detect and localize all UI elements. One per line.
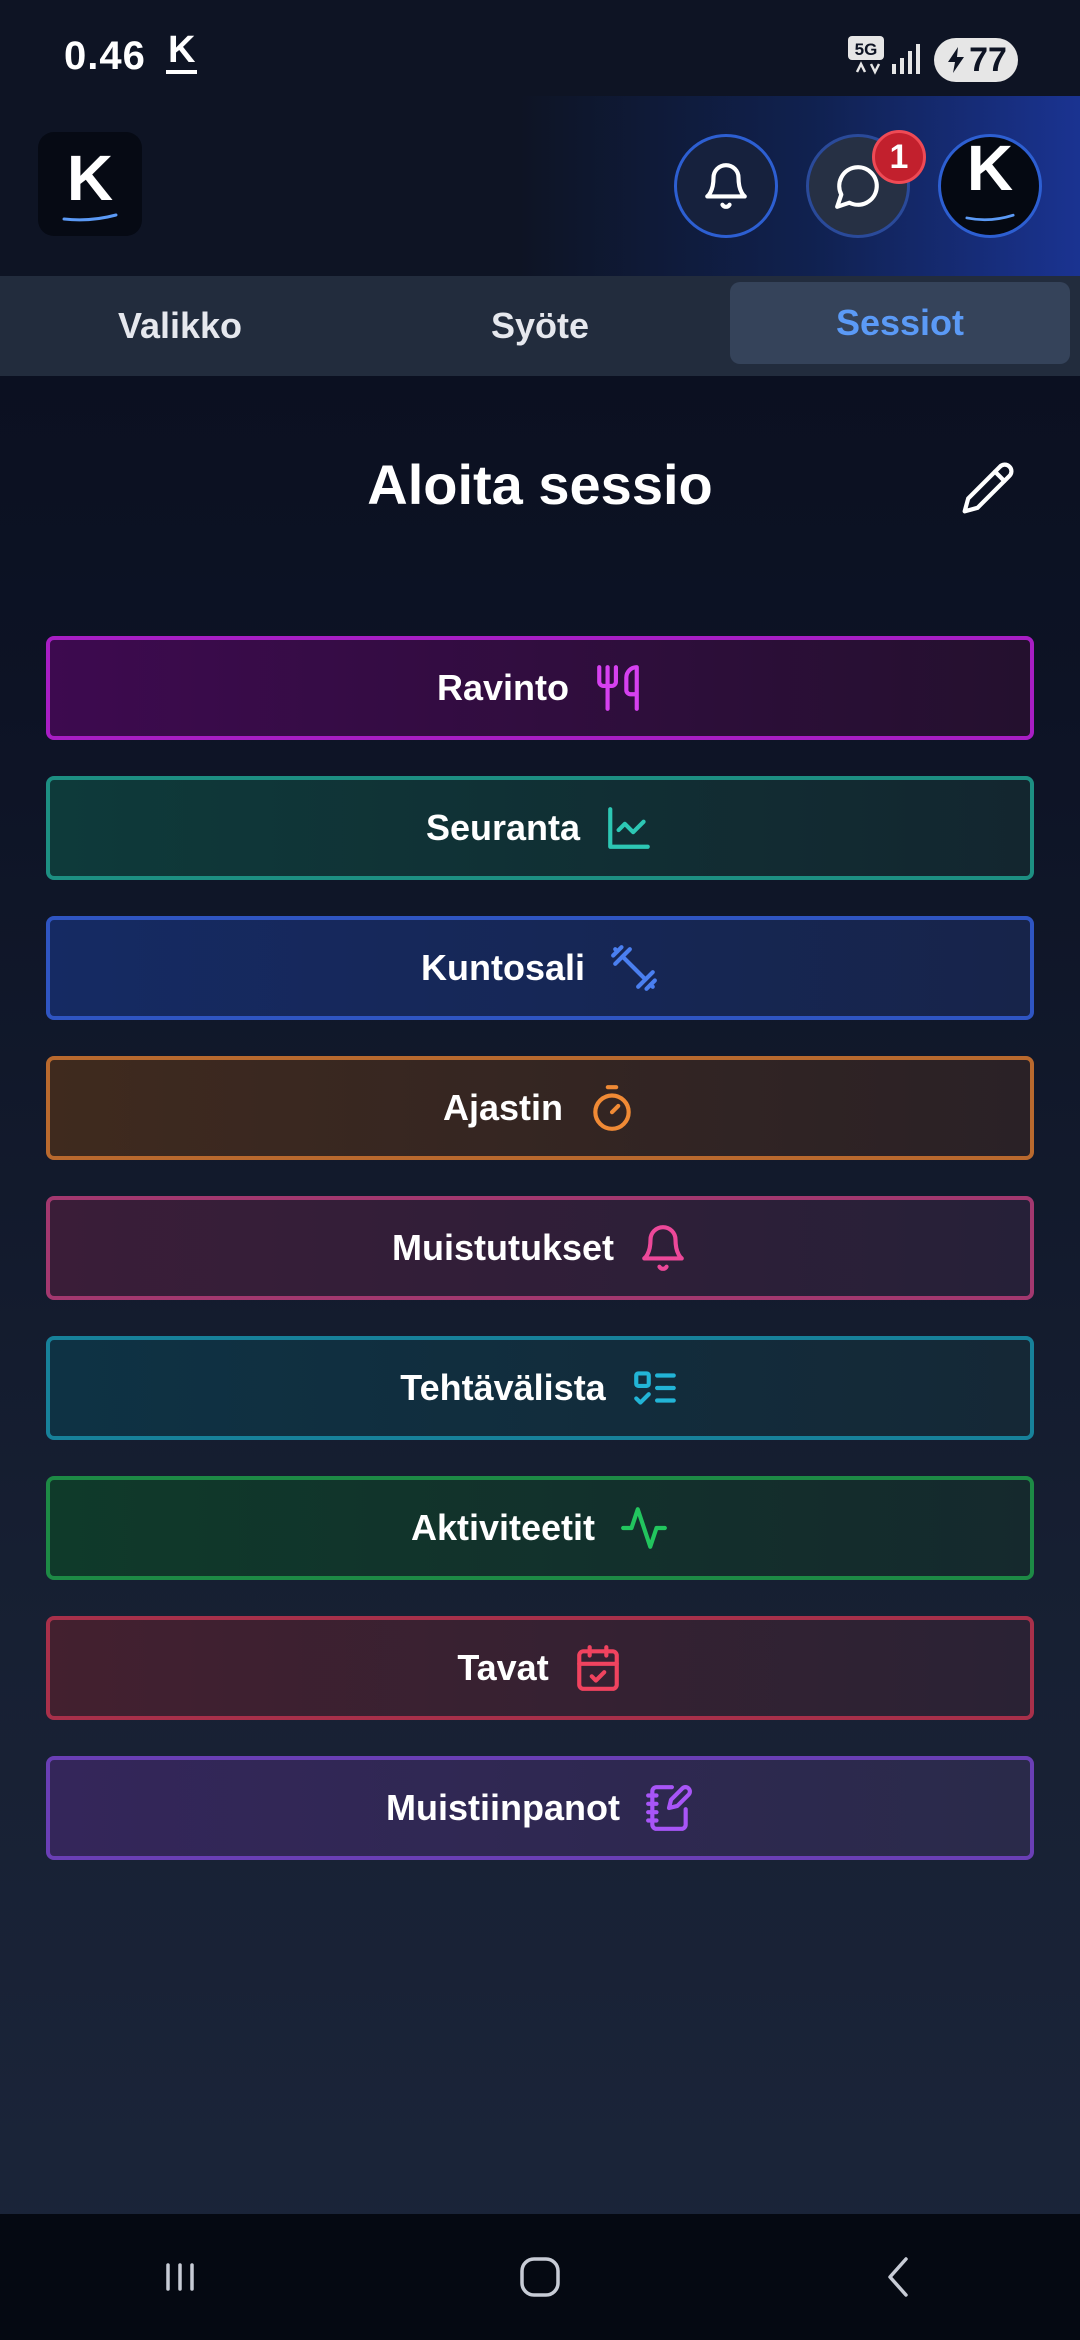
battery-level: 77 xyxy=(969,40,1007,79)
status-bar: 0.46 K 5G 77 xyxy=(0,0,1080,96)
notebook-pen-icon xyxy=(644,1783,694,1833)
unread-badge: 1 xyxy=(872,130,926,184)
session-muistiinpanot[interactable]: Muistiinpanot xyxy=(46,1756,1034,1860)
session-seuranta[interactable]: Seuranta xyxy=(46,776,1034,880)
chart-line-icon xyxy=(604,803,654,853)
back-icon[interactable] xyxy=(870,2247,930,2307)
session-tehtavalista[interactable]: Tehtävälista xyxy=(46,1336,1034,1440)
tab-bar: Valikko Syöte Sessiot xyxy=(0,276,1080,376)
session-label: Muistutukset xyxy=(391,1227,614,1268)
session-label: Muistiinpanot xyxy=(386,1787,620,1828)
tab-sessiot[interactable]: Sessiot xyxy=(730,282,1070,364)
stopwatch-icon xyxy=(587,1083,637,1133)
session-list: Ravinto Seuranta Kuntosali Ajastin Muist… xyxy=(46,636,1034,1896)
app-logo[interactable]: K xyxy=(38,132,142,236)
battery-indicator: 77 xyxy=(934,38,1018,82)
session-aktiviteetit[interactable]: Aktiviteetit xyxy=(46,1476,1034,1580)
session-label: Ajastin xyxy=(442,1087,564,1128)
checklist-icon xyxy=(630,1363,680,1413)
session-label: Aktiviteetit xyxy=(410,1507,596,1548)
dumbbell-icon xyxy=(609,943,659,993)
bell-icon xyxy=(705,163,747,209)
session-label: Tavat xyxy=(457,1647,549,1688)
session-label: Seuranta xyxy=(425,807,581,848)
activity-icon xyxy=(619,1503,669,1553)
bell-icon xyxy=(638,1223,688,1273)
session-ajastin[interactable]: Ajastin xyxy=(46,1056,1034,1160)
tab-valikko[interactable]: Valikko xyxy=(0,276,360,376)
signal-icon xyxy=(892,44,920,74)
calendar-check-icon xyxy=(573,1643,623,1693)
avatar-letter: K xyxy=(966,132,1014,204)
network-5g-icon: 5G xyxy=(848,36,884,75)
tab-syote[interactable]: Syöte xyxy=(360,276,720,376)
status-time: 0.46 xyxy=(64,34,146,78)
recent-apps-icon[interactable] xyxy=(150,2247,210,2307)
edit-pencil-icon[interactable] xyxy=(960,460,1016,516)
session-kuntosali[interactable]: Kuntosali xyxy=(46,916,1034,1020)
session-label: Ravinto xyxy=(436,667,569,708)
session-ravinto[interactable]: Ravinto xyxy=(46,636,1034,740)
system-nav-bar xyxy=(0,2214,1080,2340)
logo-swoosh-icon xyxy=(62,213,118,222)
session-label: Kuntosali xyxy=(420,947,585,988)
logo-letter: K xyxy=(66,142,114,214)
notifications-button[interactable] xyxy=(674,134,778,238)
session-muistutukset[interactable]: Muistutukset xyxy=(46,1196,1034,1300)
avatar-swoosh-icon xyxy=(965,213,1015,222)
status-app-icon: K xyxy=(166,30,198,74)
charging-icon xyxy=(948,47,965,73)
utensils-icon xyxy=(593,663,643,713)
home-icon[interactable] xyxy=(510,2247,570,2307)
app-header: K K xyxy=(0,96,1080,276)
page-title: Aloita sessio xyxy=(367,453,713,516)
session-label: Tehtävälista xyxy=(400,1367,606,1408)
session-tavat[interactable]: Tavat xyxy=(46,1616,1034,1720)
network-label: 5G xyxy=(855,40,878,59)
profile-avatar[interactable]: K xyxy=(938,134,1042,238)
